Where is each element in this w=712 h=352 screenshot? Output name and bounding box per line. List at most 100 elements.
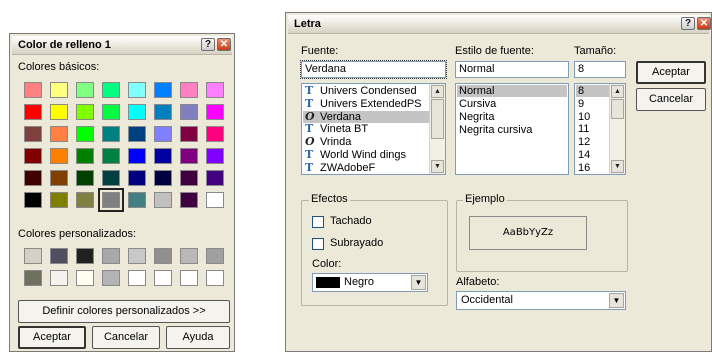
basic-color-swatch[interactable]: [128, 104, 146, 120]
scroll-thumb[interactable]: [431, 99, 444, 139]
cancel-button[interactable]: Cancelar: [92, 326, 160, 349]
basic-color-swatch[interactable]: [76, 104, 94, 120]
basic-color-swatch[interactable]: [102, 82, 120, 98]
custom-color-swatch[interactable]: [180, 248, 198, 264]
scroll-down-icon[interactable]: ▼: [431, 160, 444, 173]
style-list-item[interactable]: Negrita cursiva: [457, 124, 567, 136]
basic-color-swatch[interactable]: [180, 126, 198, 142]
basic-color-swatch[interactable]: [102, 170, 120, 186]
basic-color-swatch[interactable]: [24, 192, 42, 208]
size-list-item[interactable]: 9: [576, 98, 609, 110]
custom-color-swatch[interactable]: [76, 248, 94, 264]
basic-color-swatch[interactable]: [50, 82, 68, 98]
basic-color-swatch[interactable]: [24, 148, 42, 164]
help-title-button[interactable]: ?: [681, 17, 695, 30]
basic-color-swatch[interactable]: [154, 170, 172, 186]
script-select[interactable]: Occidental ▼: [456, 291, 626, 310]
size-list-item[interactable]: 11: [576, 123, 609, 135]
strike-checkbox[interactable]: [312, 216, 324, 228]
basic-color-swatch[interactable]: [180, 170, 198, 186]
custom-color-swatch[interactable]: [206, 270, 224, 286]
font-list-item[interactable]: O Verdana: [303, 110, 429, 123]
font-size-list[interactable]: 8 9 10 11 12 14 16 ▲ ▼: [574, 83, 626, 175]
basic-color-swatch[interactable]: [154, 126, 172, 142]
font-list-item[interactable]: T Univers ExtendedPS: [303, 97, 429, 110]
font-list-item[interactable]: O Vrinda: [303, 136, 429, 149]
custom-color-swatch[interactable]: [102, 270, 120, 286]
basic-color-swatch[interactable]: [206, 104, 224, 120]
custom-color-swatch[interactable]: [50, 270, 68, 286]
custom-color-swatch[interactable]: [50, 248, 68, 264]
font-list-item[interactable]: T ZWAdobeF: [303, 161, 429, 174]
define-custom-colors-button[interactable]: Definir colores personalizados >>: [18, 300, 230, 323]
custom-color-swatch[interactable]: [128, 270, 146, 286]
style-list-item[interactable]: Negrita: [457, 111, 567, 123]
font-list-scrollbar[interactable]: ▲ ▼: [429, 84, 445, 174]
font-list-item[interactable]: T Univers Condensed: [303, 85, 429, 98]
chevron-down-icon[interactable]: ▼: [411, 275, 426, 290]
basic-color-swatch[interactable]: [128, 148, 146, 164]
basic-color-swatch[interactable]: [76, 82, 94, 98]
font-dialog-titlebar[interactable]: Letra ? ✕: [288, 15, 711, 34]
font-style-list[interactable]: Normal Cursiva Negrita Negrita cursiva: [455, 83, 569, 175]
font-style-input[interactable]: Normal: [455, 61, 569, 78]
basic-color-swatch[interactable]: [50, 126, 68, 142]
cancel-button[interactable]: Cancelar: [636, 88, 706, 111]
basic-color-swatch[interactable]: [154, 104, 172, 120]
basic-color-swatch[interactable]: [24, 82, 42, 98]
basic-color-swatch[interactable]: [180, 82, 198, 98]
basic-color-swatch[interactable]: [102, 104, 120, 120]
color-dialog-titlebar[interactable]: Color de relleno 1 ? ✕: [12, 36, 232, 55]
font-size-input[interactable]: 8: [574, 61, 626, 78]
scroll-thumb[interactable]: [611, 99, 624, 119]
custom-color-swatch[interactable]: [102, 248, 120, 264]
size-list-scrollbar[interactable]: ▲ ▼: [609, 84, 625, 174]
basic-color-swatch[interactable]: [50, 192, 68, 208]
basic-color-swatch[interactable]: [98, 188, 124, 212]
basic-color-swatch[interactable]: [206, 148, 224, 164]
custom-color-swatch[interactable]: [24, 270, 42, 286]
custom-color-swatch[interactable]: [24, 248, 42, 264]
font-name-input[interactable]: Verdana: [300, 60, 447, 79]
custom-color-swatch[interactable]: [128, 248, 146, 264]
custom-color-swatch[interactable]: [154, 270, 172, 286]
basic-color-swatch[interactable]: [24, 170, 42, 186]
font-name-list[interactable]: T Univers Condensed T Univers ExtendedPS O Ve…: [301, 83, 446, 175]
basic-color-swatch[interactable]: [50, 148, 68, 164]
basic-color-swatch[interactable]: [76, 148, 94, 164]
color-select[interactable]: Negro ▼: [312, 273, 428, 292]
basic-color-swatch[interactable]: [76, 126, 94, 142]
basic-color-swatch[interactable]: [206, 170, 224, 186]
size-list-item[interactable]: 14: [576, 149, 609, 161]
basic-color-swatch[interactable]: [206, 126, 224, 142]
underline-checkbox[interactable]: [312, 238, 324, 250]
scroll-up-icon[interactable]: ▲: [611, 85, 624, 98]
basic-color-swatch[interactable]: [128, 82, 146, 98]
strike-label[interactable]: Tachado: [330, 215, 372, 227]
underline-label[interactable]: Subrayado: [330, 237, 383, 249]
chevron-down-icon[interactable]: ▼: [609, 293, 624, 308]
basic-color-swatch[interactable]: [180, 192, 198, 208]
custom-color-swatch[interactable]: [154, 248, 172, 264]
font-list-item[interactable]: T Vineta BT: [303, 123, 429, 136]
style-list-item[interactable]: Cursiva: [457, 98, 567, 110]
scroll-down-icon[interactable]: ▼: [611, 160, 624, 173]
basic-color-swatch[interactable]: [24, 104, 42, 120]
basic-color-swatch[interactable]: [128, 170, 146, 186]
basic-color-swatch[interactable]: [128, 126, 146, 142]
basic-color-swatch[interactable]: [76, 192, 94, 208]
scroll-up-icon[interactable]: ▲: [431, 85, 444, 98]
size-list-item[interactable]: 16: [576, 162, 609, 174]
help-button[interactable]: Ayuda: [166, 326, 230, 349]
accept-button[interactable]: Aceptar: [18, 326, 86, 349]
custom-color-swatch[interactable]: [206, 248, 224, 264]
basic-color-swatch[interactable]: [102, 126, 120, 142]
basic-color-swatch[interactable]: [206, 82, 224, 98]
basic-color-swatch[interactable]: [50, 104, 68, 120]
close-button[interactable]: ✕: [217, 38, 231, 51]
custom-color-swatch[interactable]: [76, 270, 94, 286]
basic-color-swatch[interactable]: [50, 170, 68, 186]
custom-color-swatch[interactable]: [180, 270, 198, 286]
size-list-item[interactable]: 12: [576, 136, 609, 148]
basic-color-swatch[interactable]: [180, 104, 198, 120]
